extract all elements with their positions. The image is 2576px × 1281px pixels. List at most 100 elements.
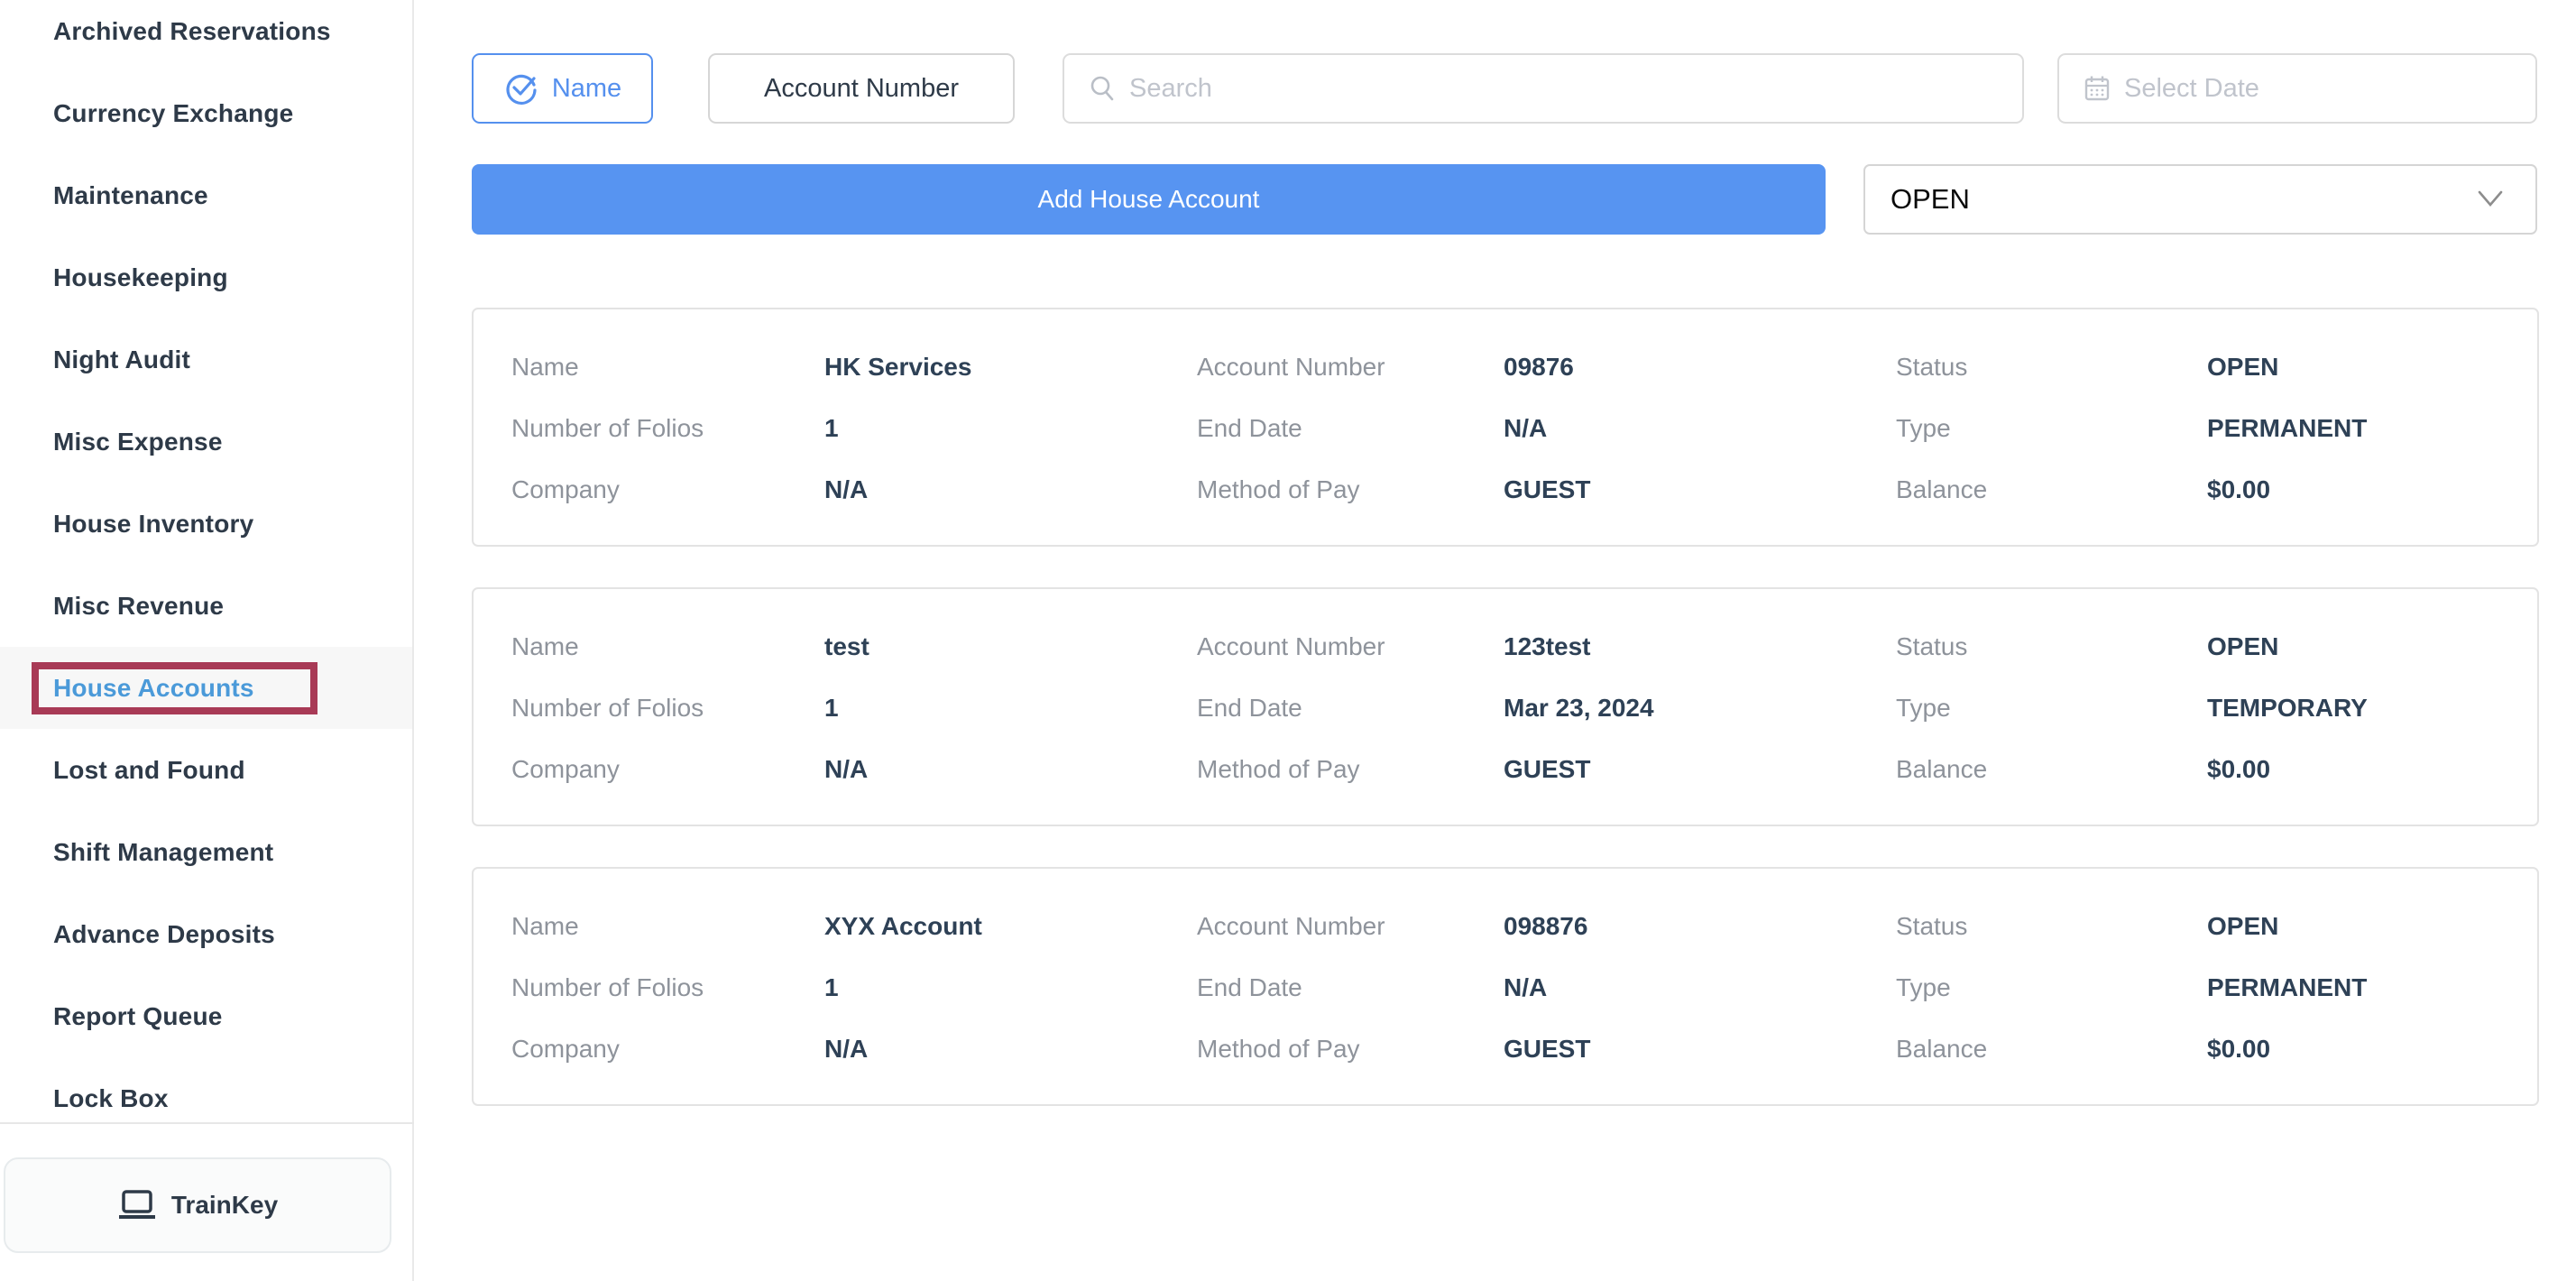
filter-tab-name-label: Name: [552, 74, 621, 104]
house-account-card[interactable]: Name HK Services Account Number 09876 St…: [472, 308, 2539, 547]
sidebar-item-misc-expense[interactable]: Misc Expense: [0, 401, 412, 483]
trainkey-button[interactable]: TrainKey: [4, 1157, 391, 1253]
sidebar-item-maintenance[interactable]: Maintenance: [0, 154, 412, 236]
sidebar-item-shift-management[interactable]: Shift Management: [0, 811, 412, 893]
sidebar-item-misc-revenue[interactable]: Misc Revenue: [0, 565, 412, 647]
house-account-card[interactable]: Name XYX Account Account Number 098876 S…: [472, 867, 2539, 1106]
account-field-value: N/A: [824, 755, 1197, 784]
account-field-value: GUEST: [1504, 755, 1896, 784]
account-field-label: Account Number: [1197, 353, 1504, 382]
account-field-label: Method of Pay: [1197, 1035, 1504, 1064]
account-field-label: Balance: [1896, 1035, 2207, 1064]
account-field-value: N/A: [824, 1035, 1197, 1064]
account-field-label: Balance: [1896, 475, 2207, 504]
account-field-value: N/A: [824, 475, 1197, 504]
account-field-label: Name: [511, 353, 824, 382]
account-field-label: Number of Folios: [511, 414, 824, 443]
trainkey-label: TrainKey: [171, 1191, 278, 1220]
laptop-icon: [117, 1189, 157, 1221]
sidebar-item-label: Lock Box: [53, 1084, 169, 1113]
house-account-card[interactable]: Name test Account Number 123test Status …: [472, 587, 2539, 826]
account-field-label: Company: [511, 755, 824, 784]
account-field-label: End Date: [1197, 414, 1504, 443]
account-field-value: OPEN: [2207, 632, 2537, 661]
sidebar-item-label: Night Audit: [53, 346, 190, 374]
sidebar-divider: [0, 1122, 414, 1124]
chevron-down-icon: [2474, 189, 2507, 210]
accounts-list: Name HK Services Account Number 09876 St…: [472, 308, 2539, 1147]
account-field-value: GUEST: [1504, 475, 1896, 504]
search-field: [1063, 53, 2024, 124]
account-field-label: Status: [1896, 912, 2207, 941]
sidebar-item-label: Misc Revenue: [53, 592, 224, 621]
account-field-label: Company: [511, 475, 824, 504]
sidebar-item-lock-box[interactable]: Lock Box: [0, 1057, 412, 1139]
check-circle-icon: [503, 70, 539, 106]
date-input[interactable]: [2124, 74, 2505, 104]
account-field-label: End Date: [1197, 694, 1504, 723]
account-field-label: Method of Pay: [1197, 475, 1504, 504]
account-field-label: Status: [1896, 632, 2207, 661]
filter-tab-account-number-label: Account Number: [764, 74, 959, 104]
account-field-label: Balance: [1896, 755, 2207, 784]
sidebar-item-label: Advance Deposits: [53, 920, 275, 949]
account-field-value: 1: [824, 694, 1197, 723]
sidebar-item-currency-exchange[interactable]: Currency Exchange: [0, 72, 412, 154]
filter-tab-name[interactable]: Name: [472, 53, 653, 124]
search-input[interactable]: [1129, 74, 1896, 104]
account-field-label: Account Number: [1197, 912, 1504, 941]
status-dropdown-value: OPEN: [1891, 183, 1970, 216]
account-field-value: N/A: [1504, 973, 1896, 1002]
account-field-value: 09876: [1504, 353, 1896, 382]
sidebar-item-label: Misc Expense: [53, 428, 223, 456]
account-field-label: Name: [511, 632, 824, 661]
account-card-grid: Name HK Services Account Number 09876 St…: [511, 336, 2537, 521]
sidebar-item-label: Housekeeping: [53, 263, 228, 292]
sidebar-nav: Archived Reservations Currency Exchange …: [0, 0, 412, 1139]
account-field-label: Account Number: [1197, 632, 1504, 661]
account-card-grid: Name XYX Account Account Number 098876 S…: [511, 896, 2537, 1080]
account-field-label: End Date: [1197, 973, 1504, 1002]
account-field-label: Type: [1896, 414, 2207, 443]
account-field-value: PERMANENT: [2207, 973, 2537, 1002]
account-field-label: Company: [511, 1035, 824, 1064]
sidebar-item-house-inventory[interactable]: House Inventory: [0, 483, 412, 565]
add-house-account-button[interactable]: Add House Account: [472, 164, 1826, 235]
account-field-value: Mar 23, 2024: [1504, 694, 1896, 723]
sidebar-item-archived-reservations[interactable]: Archived Reservations: [0, 0, 412, 72]
search-icon: [1088, 74, 1117, 103]
sidebar-item-label: Maintenance: [53, 181, 208, 210]
account-field-label: Type: [1896, 973, 2207, 1002]
status-dropdown[interactable]: OPEN: [1863, 164, 2537, 235]
sidebar: Archived Reservations Currency Exchange …: [0, 0, 414, 1281]
account-field-value: OPEN: [2207, 912, 2537, 941]
account-field-value: N/A: [1504, 414, 1896, 443]
main-content: Name Account Number Add House Account OP…: [414, 0, 2576, 1281]
sidebar-item-night-audit[interactable]: Night Audit: [0, 318, 412, 401]
sidebar-item-housekeeping[interactable]: Housekeeping: [0, 236, 412, 318]
account-field-value: PERMANENT: [2207, 414, 2537, 443]
calendar-icon: [2083, 74, 2111, 103]
account-field-value: XYX Account: [824, 912, 1197, 941]
sidebar-item-label: Report Queue: [53, 1002, 223, 1031]
account-field-value: 1: [824, 973, 1197, 1002]
account-field-value: test: [824, 632, 1197, 661]
sidebar-item-label: House Inventory: [53, 510, 253, 539]
account-field-value: 123test: [1504, 632, 1896, 661]
sidebar-item-lost-and-found[interactable]: Lost and Found: [0, 729, 412, 811]
sidebar-item-label: Shift Management: [53, 838, 273, 867]
account-field-value: $0.00: [2207, 475, 2537, 504]
sidebar-item-advance-deposits[interactable]: Advance Deposits: [0, 893, 412, 975]
account-field-label: Number of Folios: [511, 973, 824, 1002]
account-field-value: GUEST: [1504, 1035, 1896, 1064]
sidebar-item-house-accounts[interactable]: House Accounts: [0, 647, 412, 729]
account-field-label: Method of Pay: [1197, 755, 1504, 784]
account-field-label: Status: [1896, 353, 2207, 382]
account-field-value: 098876: [1504, 912, 1896, 941]
filter-tab-account-number[interactable]: Account Number: [708, 53, 1015, 124]
sidebar-item-report-queue[interactable]: Report Queue: [0, 975, 412, 1057]
sidebar-item-label: House Accounts: [53, 674, 254, 703]
account-field-value: $0.00: [2207, 755, 2537, 784]
account-field-value: 1: [824, 414, 1197, 443]
sidebar-item-label: Archived Reservations: [53, 17, 331, 46]
